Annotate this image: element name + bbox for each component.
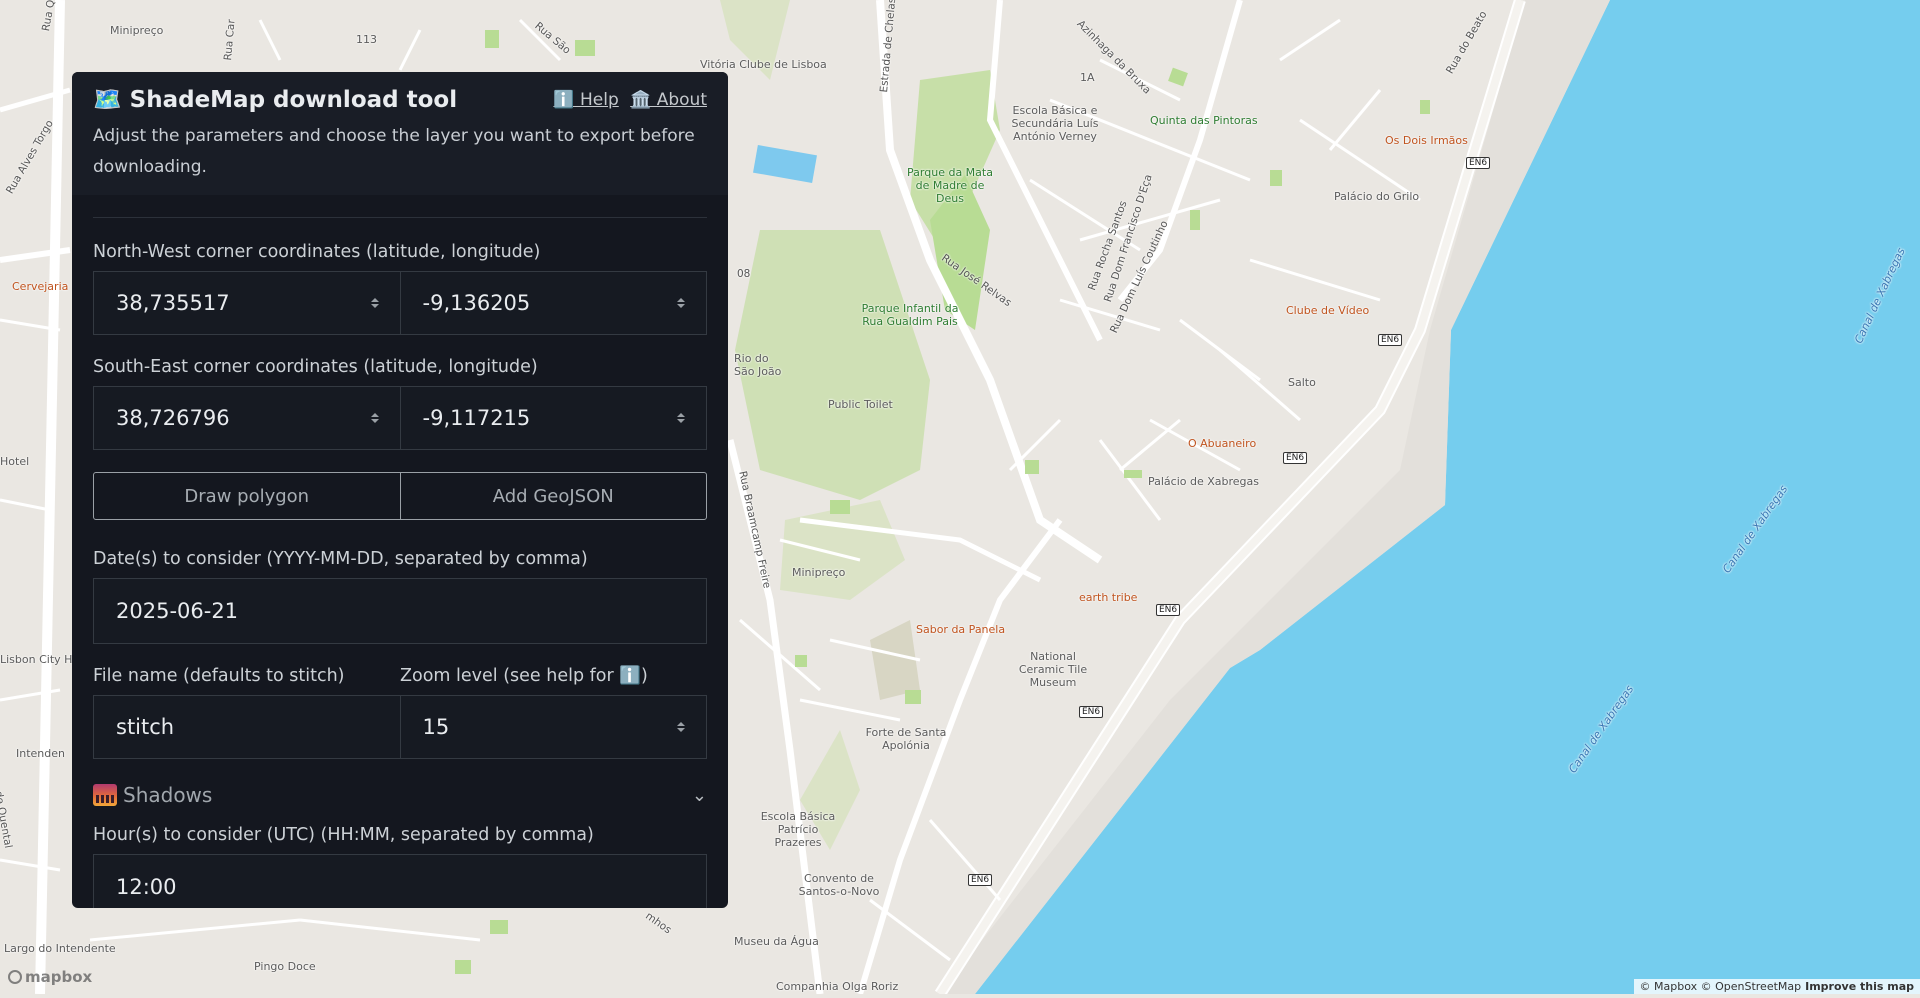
- map-label-clube-video[interactable]: Clube de Vídeo: [1286, 304, 1369, 317]
- spinner-icon[interactable]: [370, 411, 380, 425]
- about-link[interactable]: 🏛️ About: [630, 90, 707, 110]
- map-label-vitoria[interactable]: Vitória Clube de Lisboa: [700, 58, 827, 71]
- mapbox-icon: [8, 970, 22, 984]
- divider: [93, 217, 707, 218]
- map-label-hotel[interactable]: Hotel: [0, 455, 29, 468]
- map-label-earth-tribe[interactable]: earth tribe: [1079, 591, 1137, 604]
- map-label-salto[interactable]: Salto: [1288, 376, 1316, 389]
- header-links: ℹ️ Help 🏛️ About: [547, 90, 707, 110]
- spinner-icon[interactable]: [676, 296, 686, 310]
- zoom-label: Zoom level (see help for ℹ️): [400, 666, 648, 686]
- map-label-quinta-pintoras[interactable]: Quinta das Pintoras: [1150, 114, 1258, 127]
- map-label-cervejaria[interactable]: Cervejaria: [12, 280, 68, 293]
- map-label-palacio-xabregas[interactable]: Palácio de Xabregas: [1148, 475, 1259, 488]
- map-label-museu-agua[interactable]: Museu da Água: [734, 935, 819, 948]
- nw-latitude-value: 38,735517: [116, 291, 230, 315]
- hours-value: 12:00: [116, 875, 177, 899]
- map-label-minipreco[interactable]: Minipreço: [110, 24, 163, 37]
- zoom-level-value: 15: [422, 715, 450, 739]
- map-label-escola-prazeres[interactable]: Escola Básica Patrício Prazeres: [754, 810, 842, 849]
- add-geojson-button[interactable]: Add GeoJSON: [399, 473, 707, 519]
- map-attribution[interactable]: © Mapbox © OpenStreetMap Improve this map: [1633, 979, 1920, 994]
- hours-label: Hour(s) to consider (UTC) (HH:MM, separa…: [93, 825, 594, 845]
- road-shield-en6: EN6: [1079, 706, 1104, 718]
- map-label-largo-intendente[interactable]: Largo do Intendente: [4, 942, 116, 955]
- map-label-palacio-grilo[interactable]: Palácio do Grilo: [1334, 190, 1419, 203]
- panel-title: 🗺️ ShadeMap download tool: [93, 87, 458, 113]
- nw-longitude-value: -9,136205: [422, 291, 531, 315]
- mapbox-logo[interactable]: mapbox: [8, 968, 92, 986]
- se-latitude-value: 38,726796: [116, 406, 230, 430]
- map-label-intendente[interactable]: Intenden: [16, 747, 65, 760]
- improve-map-link[interactable]: Improve this map: [1805, 980, 1914, 993]
- nw-label: North-West corner coordinates (latitude,…: [93, 242, 541, 262]
- download-panel: 🗺️ ShadeMap download tool ℹ️ Help 🏛️ Abo…: [72, 72, 728, 908]
- map-label-parque-mata[interactable]: Parque da Mata de Madre de Deus: [900, 166, 1000, 205]
- se-latitude-input[interactable]: 38,726796: [93, 386, 401, 450]
- nw-latitude-input[interactable]: 38,735517: [93, 271, 401, 335]
- map-label-08: 08: [737, 268, 751, 280]
- draw-polygon-button[interactable]: Draw polygon: [94, 473, 400, 519]
- map-label-os-dois-irmaos[interactable]: Os Dois Irmãos: [1385, 134, 1468, 147]
- chevron-down-icon[interactable]: ⌄: [692, 785, 707, 806]
- spinner-icon[interactable]: [676, 720, 686, 734]
- road-shield-en6: EN6: [1466, 157, 1491, 169]
- panel-body: North-West corner coordinates (latitude,…: [72, 217, 728, 908]
- panel-description: Adjust the parameters and choose the lay…: [93, 126, 695, 177]
- road-shield-en6: EN6: [1156, 604, 1181, 616]
- se-longitude-value: -9,117215: [422, 406, 531, 430]
- se-longitude-input[interactable]: -9,117215: [400, 386, 707, 450]
- shadows-section-toggle[interactable]: Shadows ⌄: [93, 775, 707, 815]
- dates-input[interactable]: 2025-06-21: [93, 578, 707, 644]
- polygon-buttons: Draw polygon Add GeoJSON: [93, 472, 707, 520]
- panel-header: 🗺️ ShadeMap download tool ℹ️ Help 🏛️ Abo…: [72, 72, 728, 195]
- map-label-public-toilet[interactable]: Public Toilet: [828, 398, 893, 411]
- spinner-icon[interactable]: [370, 296, 380, 310]
- dates-value: 2025-06-21: [116, 599, 239, 623]
- filename-input[interactable]: stitch: [93, 695, 401, 759]
- map-label-escola-verney[interactable]: Escola Básica e Secundária Luís António …: [1000, 104, 1110, 143]
- map-label-sabor-panela[interactable]: Sabor da Panela: [916, 623, 1005, 636]
- nw-longitude-input[interactable]: -9,136205: [400, 271, 707, 335]
- map-label-lisbon-city[interactable]: Lisbon City H: [0, 653, 72, 666]
- road-shield-en6: EN6: [1378, 334, 1403, 346]
- map-label-convento[interactable]: Convento de Santos-o-Novo: [796, 872, 882, 898]
- dates-label: Date(s) to consider (YYYY-MM-DD, separat…: [93, 549, 588, 569]
- map-label-rio-joao: Rio do São João: [734, 352, 782, 378]
- map-label-forte-apolonia[interactable]: Forte de Santa Apolónia: [864, 726, 948, 752]
- filename-value: stitch: [116, 715, 175, 739]
- attribution-text[interactable]: © Mapbox © OpenStreetMap: [1640, 980, 1802, 993]
- map-label-1a: 1A: [1080, 71, 1095, 84]
- mapbox-logo-text: mapbox: [25, 968, 93, 986]
- hours-input[interactable]: 12:00: [93, 854, 707, 908]
- road-shield-en6: EN6: [1283, 452, 1308, 464]
- help-link[interactable]: ℹ️ Help: [553, 90, 618, 110]
- map-label-olga-roriz[interactable]: Companhia Olga Roriz: [776, 980, 898, 993]
- map-label-ceramic-museum[interactable]: National Ceramic Tile Museum: [1006, 650, 1100, 689]
- map-label-pingo-doce[interactable]: Pingo Doce: [254, 960, 316, 973]
- map-label-113: 113: [356, 33, 377, 46]
- filename-label: File name (defaults to stitch): [93, 666, 345, 686]
- map-label-minipreco-mid[interactable]: Minipreço: [792, 566, 845, 579]
- se-label: South-East corner coordinates (latitude,…: [93, 357, 538, 377]
- road-shield-en6: EN6: [968, 874, 993, 886]
- spinner-icon[interactable]: [676, 411, 686, 425]
- shadows-section-title: Shadows: [123, 783, 213, 807]
- zoom-level-input[interactable]: 15: [400, 695, 707, 759]
- map-label-o-abuaneiro[interactable]: O Abuaneiro: [1188, 437, 1256, 450]
- sunset-icon: [93, 784, 117, 806]
- map-label-parque-infantil[interactable]: Parque Infantil da Rua Gualdim Pais: [860, 302, 960, 328]
